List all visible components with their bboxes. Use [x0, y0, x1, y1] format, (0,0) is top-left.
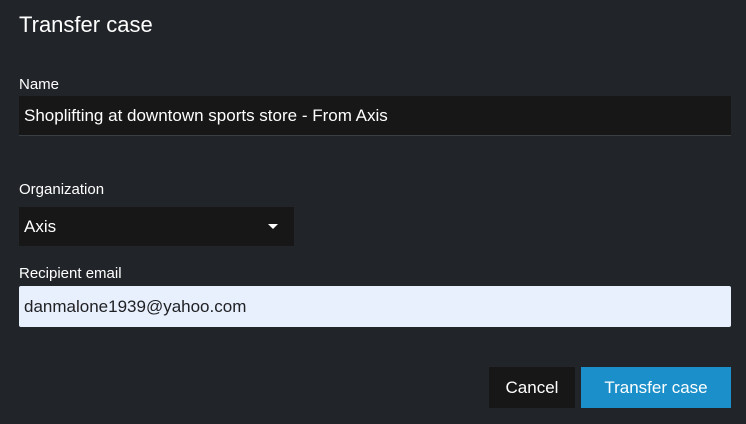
chevron-down-icon	[268, 224, 278, 229]
recipient-email-input[interactable]	[19, 286, 731, 327]
name-label: Name	[19, 76, 60, 93]
transfer-case-button[interactable]: Transfer case	[581, 367, 731, 408]
cancel-button[interactable]: Cancel	[489, 367, 575, 408]
name-input[interactable]	[19, 96, 731, 136]
transfer-case-dialog: Transfer case Name Organization Axis Rec…	[0, 0, 746, 424]
organization-selected-value: Axis	[24, 217, 57, 236]
organization-label: Organization	[19, 181, 105, 198]
dialog-title: Transfer case	[19, 12, 153, 37]
recipient-email-label: Recipient email	[19, 265, 122, 282]
organization-select[interactable]: Axis	[19, 207, 294, 246]
